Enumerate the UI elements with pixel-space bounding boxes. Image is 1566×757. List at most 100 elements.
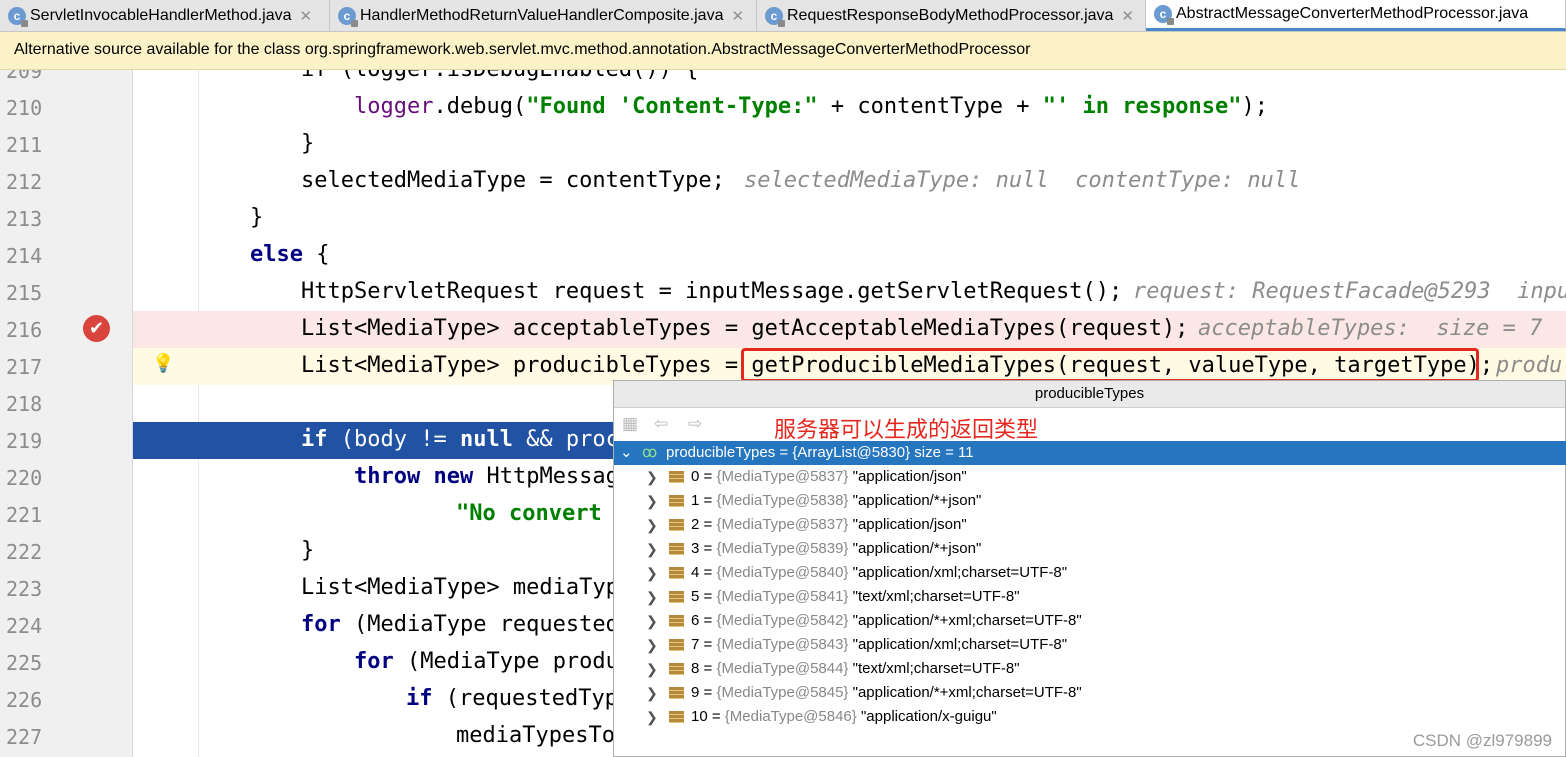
field-icon xyxy=(669,591,684,603)
chevron-right-icon[interactable]: ❯ xyxy=(646,585,658,609)
chevron-right-icon[interactable]: ❯ xyxy=(646,537,658,561)
tab-label: AbstractMessageConverterMethodProcessor.… xyxy=(1176,5,1529,22)
tree-item-label: 8 = {MediaType@5844} "text/xml;charset=U… xyxy=(691,660,1020,677)
var-size: size = 11 xyxy=(910,444,974,461)
code-text: for (MediaType requested xyxy=(301,612,619,637)
tree-root-label: producibleTypes = {ArrayList@5830} size … xyxy=(666,441,974,465)
tab-request-response-body[interactable]: c RequestResponseBodyMethodProcessor.jav… xyxy=(757,0,1146,31)
close-icon[interactable]: ✕ xyxy=(731,7,744,25)
chevron-right-icon[interactable]: ❯ xyxy=(646,489,658,513)
code-line[interactable]: 210 logger.debug("Found 'Content-Type:" … xyxy=(0,89,1566,126)
var-ref: = {ArrayList@5830} xyxy=(775,444,911,461)
hierarchy-icon[interactable]: ▦ xyxy=(622,414,638,434)
item-ref: {MediaType@5838} xyxy=(716,492,849,509)
item-ref: {MediaType@5840} xyxy=(716,564,849,581)
keyword: for xyxy=(301,612,341,637)
item-index: 7 xyxy=(691,636,700,653)
forward-arrow-icon[interactable]: ⇨ xyxy=(688,414,702,434)
tree-root-row[interactable]: ⌄ ꝏ producibleTypes = {ArrayList@5830} s… xyxy=(614,441,1566,465)
keyword: null xyxy=(459,427,513,452)
tree-item-row[interactable]: ❯ 8 = {MediaType@5844} "text/xml;charset=… xyxy=(614,657,1566,681)
keyword: else xyxy=(250,242,303,267)
code-line[interactable]: 212 selectedMediaType = contentType; sel… xyxy=(0,163,1566,200)
watch-icon: ꝏ xyxy=(642,444,658,461)
code-line[interactable]: 213 } xyxy=(0,200,1566,237)
tree-item-label: 9 = {MediaType@5845} "application/*+xml;… xyxy=(691,684,1082,701)
code-text: } xyxy=(301,131,315,156)
code-token: + contentType + xyxy=(817,94,1043,119)
code-text: selectedMediaType = contentType; xyxy=(301,168,725,193)
code-text: if (logger.isDebugEnabled()) { xyxy=(301,70,698,82)
close-icon[interactable]: ✕ xyxy=(299,7,312,25)
editor-tabs: c ServletInvocableHandlerMethod.java ✕ c… xyxy=(0,0,1566,32)
tree-item-row[interactable]: ❯ 3 = {MediaType@5839} "application/*+jso… xyxy=(614,537,1566,561)
tree-item-row[interactable]: ❯ 10 = {MediaType@5846} "application/x-gu… xyxy=(614,705,1566,729)
code-token: { xyxy=(302,242,330,267)
tab-servlet-invocable[interactable]: c ServletInvocableHandlerMethod.java ✕ xyxy=(0,0,330,31)
field-icon xyxy=(669,567,684,579)
code-token: (MediaType requested xyxy=(340,612,619,637)
code-text: if (requestedTyp xyxy=(406,686,618,711)
chevron-right-icon[interactable]: ❯ xyxy=(646,609,658,633)
code-line[interactable]: 209 if (logger.isDebugEnabled()) { xyxy=(0,70,1566,89)
line-number: 216 xyxy=(6,318,43,342)
chevron-right-icon[interactable]: ❯ xyxy=(646,561,658,585)
close-icon[interactable]: ✕ xyxy=(1121,7,1134,25)
tab-label: HandlerMethodReturnValueHandlerComposite… xyxy=(360,6,724,24)
keyword: throw new xyxy=(354,464,474,489)
item-index: 2 xyxy=(691,516,700,533)
line-number: 225 xyxy=(6,651,43,675)
code-token: HttpMessag xyxy=(473,464,619,489)
inline-debug-hint: selectedMediaType: null contentType: nul… xyxy=(744,168,1301,193)
line-number: 214 xyxy=(6,244,43,268)
tree-item-row[interactable]: ❯ 4 = {MediaType@5840} "application/xml;c… xyxy=(614,561,1566,585)
code-line[interactable]: 216 ✔ List<MediaType> acceptableTypes = … xyxy=(0,311,1566,348)
item-ref: {MediaType@5845} xyxy=(716,684,849,701)
line-number: 218 xyxy=(6,392,43,416)
chevron-right-icon[interactable]: ❯ xyxy=(646,513,658,537)
class-c-icon: c xyxy=(8,6,28,27)
tab-abstract-message-converter[interactable]: c AbstractMessageConverterMethodProcesso… xyxy=(1146,0,1566,31)
tree-item-row[interactable]: ❯ 6 = {MediaType@5842} "application/*+xml… xyxy=(614,609,1566,633)
line-number: 212 xyxy=(6,170,43,194)
code-text: List<MediaType> mediaTyp xyxy=(301,575,619,600)
field-icon xyxy=(669,543,684,555)
tree-item-row[interactable]: ❯ 1 = {MediaType@5838} "application/*+jso… xyxy=(614,489,1566,513)
field-icon xyxy=(669,495,684,507)
inline-debug-hint: produ xyxy=(1496,353,1563,378)
code-line[interactable]: 211 } xyxy=(0,126,1566,163)
tab-handler-composite[interactable]: c HandlerMethodReturnValueHandlerComposi… xyxy=(330,0,757,31)
item-index: 4 xyxy=(691,564,700,581)
tab-label: RequestResponseBodyMethodProcessor.java xyxy=(787,6,1114,24)
tree-item-row[interactable]: ❯ 0 = {MediaType@5837} "application/json" xyxy=(614,465,1566,489)
tree-item-label: 6 = {MediaType@5842} "application/*+xml;… xyxy=(691,612,1082,629)
item-ref: {MediaType@5846} xyxy=(724,708,857,725)
tree-item-row[interactable]: ❯ 7 = {MediaType@5843} "application/xml;c… xyxy=(614,633,1566,657)
code-text: List<MediaType> acceptableTypes = getAcc… xyxy=(301,316,1189,341)
alternative-source-notice: Alternative source available for the cla… xyxy=(0,32,1566,70)
field-icon xyxy=(669,519,684,531)
chevron-right-icon[interactable]: ❯ xyxy=(646,705,658,729)
code-text: throw new HttpMessag xyxy=(354,464,619,489)
breakpoint-check-icon[interactable]: ✔ xyxy=(83,315,110,342)
item-value: "application/x-guigu" xyxy=(860,708,997,725)
keyword: if xyxy=(406,686,433,711)
variable-inspector-popup[interactable]: producibleTypes ▦ ⇦ ⇨ 服务器可以生成的返回类型 ⌄ ꝏ p… xyxy=(613,380,1566,757)
highlight-box xyxy=(741,348,1479,382)
code-line[interactable]: 214 else { xyxy=(0,237,1566,274)
code-line[interactable]: 215 HttpServletRequest request = inputMe… xyxy=(0,274,1566,311)
tree-item-row[interactable]: ❯ 9 = {MediaType@5845} "application/*+xml… xyxy=(614,681,1566,705)
chevron-right-icon[interactable]: ❯ xyxy=(646,633,658,657)
tree-item-row[interactable]: ❯ 5 = {MediaType@5841} "text/xml;charset=… xyxy=(614,585,1566,609)
chevron-right-icon[interactable]: ❯ xyxy=(646,657,658,681)
tree-item-row[interactable]: ❯ 2 = {MediaType@5837} "application/json" xyxy=(614,513,1566,537)
chevron-right-icon[interactable]: ❯ xyxy=(646,681,658,705)
code-text: HttpServletRequest request = inputMessag… xyxy=(301,279,1123,304)
back-arrow-icon[interactable]: ⇦ xyxy=(654,414,668,434)
line-number: 220 xyxy=(6,466,43,490)
code-text: logger.debug("Found 'Content-Type:" + co… xyxy=(354,94,1268,119)
chevron-down-icon[interactable]: ⌄ xyxy=(620,441,633,465)
chevron-right-icon[interactable]: ❯ xyxy=(646,465,658,489)
lightbulb-icon[interactable]: 💡 xyxy=(152,353,174,374)
tree-item-label: 4 = {MediaType@5840} "application/xml;ch… xyxy=(691,564,1068,581)
